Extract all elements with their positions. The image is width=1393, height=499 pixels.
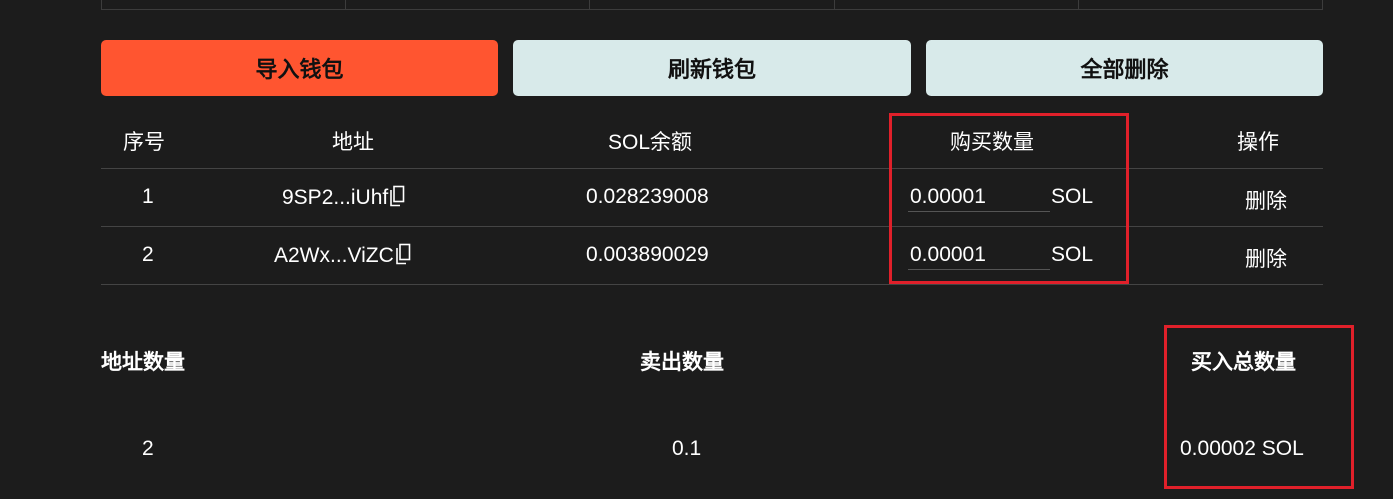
- address-count-value: 2: [142, 437, 154, 460]
- strip-cell: [346, 0, 591, 9]
- total-buy-value: 0.00002 SOL: [1180, 437, 1304, 460]
- highlight-box: [889, 113, 1129, 284]
- copy-icon[interactable]: [389, 185, 405, 213]
- address-text: 9SP2...iUhf: [282, 186, 389, 209]
- total-buy-label: 买入总数量: [1191, 351, 1296, 374]
- import-wallet-button[interactable]: 导入钱包: [101, 40, 498, 96]
- previous-table-strip: [101, 0, 1324, 10]
- header-action: 操作: [1237, 131, 1279, 154]
- divider: [101, 168, 1323, 169]
- divider: [101, 284, 1323, 285]
- delete-all-button[interactable]: 全部删除: [926, 40, 1323, 96]
- row-index: 1: [142, 185, 154, 208]
- strip-cell: [590, 0, 835, 9]
- sell-amount-label: 卖出数量: [640, 351, 724, 374]
- row-balance: 0.028239008: [586, 185, 709, 208]
- strip-cell: [835, 0, 1079, 9]
- header-address: 地址: [332, 131, 374, 154]
- strip-cell: [102, 0, 347, 9]
- address-count-label: 地址数量: [101, 351, 185, 374]
- delete-row-button[interactable]: 删除: [1245, 185, 1287, 215]
- row-balance: 0.003890029: [586, 243, 709, 266]
- copy-icon[interactable]: [395, 243, 411, 271]
- row-address: 9SP2...iUhf: [282, 185, 405, 213]
- divider: [101, 226, 1323, 227]
- address-text: A2Wx...ViZC: [274, 244, 394, 267]
- strip-cell: [1079, 0, 1324, 9]
- header-index: 序号: [123, 131, 165, 154]
- header-sol-balance: SOL余额: [608, 131, 693, 154]
- delete-row-button[interactable]: 删除: [1245, 243, 1287, 273]
- sell-amount-value: 0.1: [672, 437, 702, 460]
- row-index: 2: [142, 243, 154, 266]
- refresh-wallet-button[interactable]: 刷新钱包: [513, 40, 911, 96]
- row-address: A2Wx...ViZC: [274, 243, 411, 271]
